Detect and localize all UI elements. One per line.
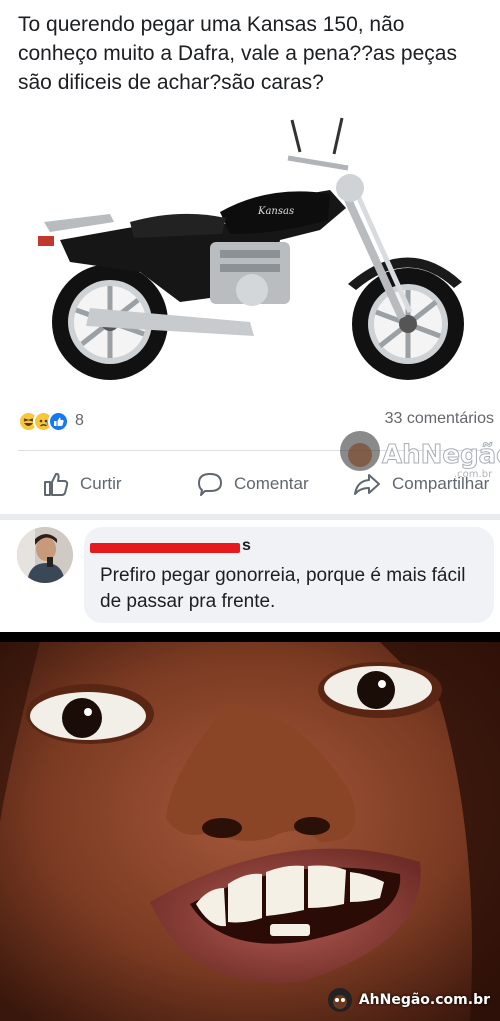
- like-label: Curtir: [80, 474, 122, 493]
- like-icon: [48, 410, 69, 432]
- section-separator: [0, 514, 500, 520]
- commenter-avatar[interactable]: [17, 527, 73, 583]
- comment-text: Prefiro pegar gonorreia, porque é mais f…: [100, 565, 466, 612]
- ahnegao-footer-logo: AhNegão.com.br: [327, 987, 490, 1013]
- comment-label: Comentar: [234, 474, 309, 493]
- post-text: To querendo pegar uma Kansas 150, não co…: [18, 13, 457, 94]
- tank-badge: Kansas: [257, 206, 294, 217]
- comment-bubble[interactable]: s Prefiro pegar gonorreia, porque é mais…: [84, 527, 494, 623]
- thumbs-up-icon: [44, 472, 69, 496]
- reaction-count: 8: [75, 412, 84, 429]
- image-border: [0, 632, 500, 642]
- ahnegao-mascot-icon: [327, 988, 352, 1012]
- share-button[interactable]: Compartilhar: [352, 462, 489, 506]
- post-image-motorcycle[interactable]: Kansas: [30, 112, 480, 392]
- comment-button[interactable]: Comentar: [196, 462, 309, 506]
- share-label: Compartilhar: [392, 474, 490, 493]
- reactions-bar[interactable]: 8: [18, 408, 84, 434]
- comment-bubble-icon: [198, 473, 222, 496]
- footer-brand-text: AhNegão.com.br: [358, 992, 490, 1008]
- post-actions: Curtir Comentar Compartilhar: [0, 462, 500, 506]
- commenter-name-suffix: s: [242, 537, 251, 554]
- reaction-meme-image[interactable]: AhNegão.com.br: [0, 642, 500, 1021]
- name-redaction-bar: [90, 543, 240, 553]
- share-arrow-icon: [354, 474, 380, 495]
- like-button[interactable]: Curtir: [42, 462, 122, 506]
